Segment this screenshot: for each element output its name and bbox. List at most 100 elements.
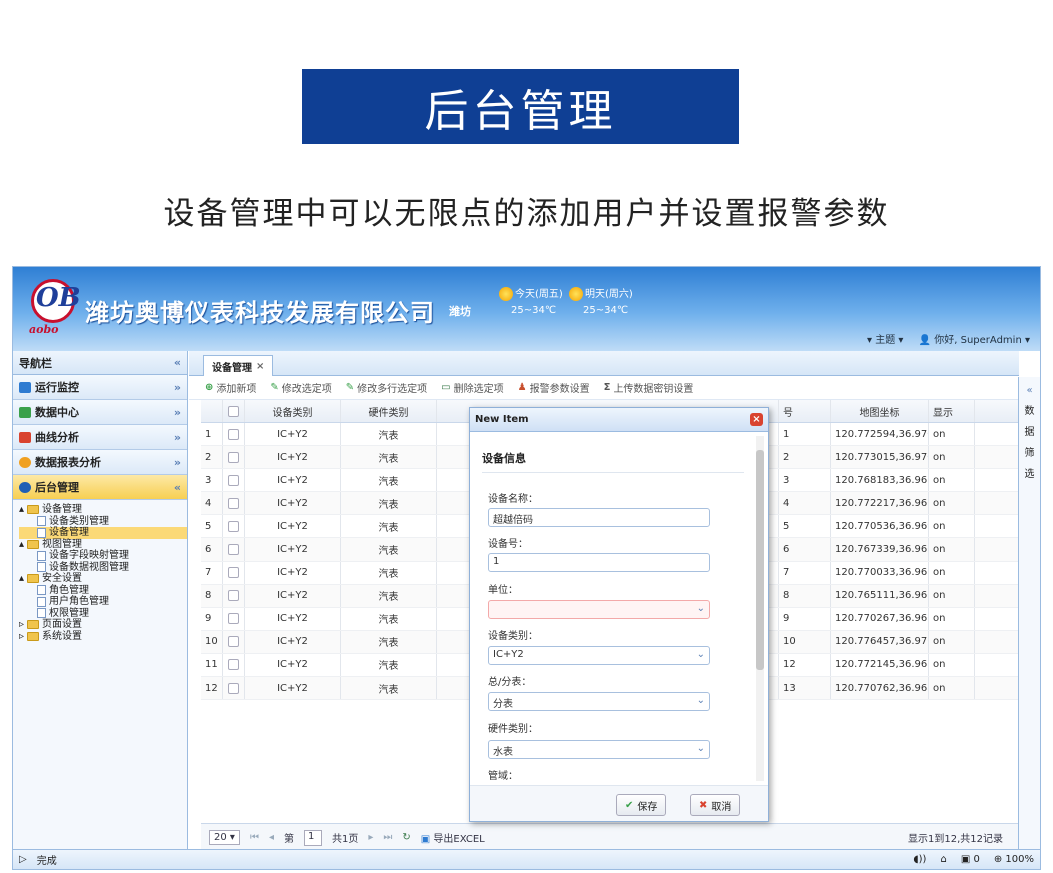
dialog-scrollbar[interactable] xyxy=(756,436,764,781)
tree-item[interactable]: 设备类别管理 xyxy=(19,516,187,528)
filter-label-3: 筛 xyxy=(1024,448,1035,459)
alarm-settings-button[interactable]: ♟ 报警参数设置 xyxy=(518,380,590,395)
tree-group[interactable]: ▴ 视图管理 xyxy=(19,539,187,551)
cell-type: IC+Y2 xyxy=(245,446,341,469)
tree-item-selected[interactable]: 设备管理 xyxy=(19,527,187,539)
app-header: OB aobo 潍坊奥博仪表科技发展有限公司 潍坊 今天(周五) 25~34℃ … xyxy=(13,267,1040,351)
cell-type: IC+Y2 xyxy=(245,677,341,700)
tree-group[interactable]: ▴ 安全设置 xyxy=(19,573,187,585)
row-checkbox[interactable] xyxy=(228,520,239,532)
row-checkbox[interactable] xyxy=(228,497,239,509)
save-button[interactable]: ✔ 保存 xyxy=(616,794,667,816)
unit-select[interactable]: ⌄ xyxy=(488,600,710,619)
filter-sidebar[interactable]: « 数 据 筛 选 xyxy=(1018,377,1040,851)
delete-selected-button[interactable]: ▭ 删除选定项 xyxy=(441,380,503,395)
field-label: 设备名称： xyxy=(488,494,538,505)
nav-section-monitor[interactable]: 运行监控» xyxy=(13,375,187,400)
expand-icon: » xyxy=(173,405,181,419)
col-device-type[interactable]: 设备类别 xyxy=(245,400,341,422)
edit-selected-button[interactable]: ✎ 修改选定项 xyxy=(270,380,331,395)
page-size-select[interactable]: 20 ▾ xyxy=(209,830,240,845)
expand-icon[interactable]: « xyxy=(1026,385,1032,396)
row-checkbox[interactable] xyxy=(228,474,239,486)
tree-item[interactable]: 设备字段映射管理 xyxy=(19,550,187,562)
device-name-input[interactable]: 超越倍码 xyxy=(488,508,710,527)
cell-no: 10 xyxy=(779,630,831,653)
user-menu[interactable]: 👤 你好, SuperAdmin ▾ xyxy=(919,335,1030,346)
first-page-icon[interactable]: ⏮ xyxy=(250,832,259,843)
last-page-icon[interactable]: ⏭ xyxy=(383,832,392,843)
col-number[interactable]: 号 xyxy=(779,400,831,422)
sun-icon xyxy=(499,287,513,301)
pager: 20 ▾ ⏮ ◂ 第 1 共1页 ▸ ⏭ ↻ ▣ 导出EXCEL 显示1到12,… xyxy=(201,823,1019,851)
refresh-icon[interactable]: ↻ xyxy=(402,832,410,843)
expand-icon: » xyxy=(173,430,181,444)
theme-menu[interactable]: ▾ 主题 ▾ xyxy=(867,335,903,346)
row-checkbox[interactable] xyxy=(228,613,239,625)
status-bar: ▷ 完成 ◖)) ⌂ ▣ 0 ⊕ 100% xyxy=(13,849,1040,869)
export-excel-button[interactable]: ▣ 导出EXCEL xyxy=(421,830,485,845)
nav-section-curve[interactable]: 曲线分析» xyxy=(13,425,187,450)
tab-device-management[interactable]: 设备管理 × xyxy=(203,355,274,376)
row-checkbox[interactable] xyxy=(228,659,239,671)
cell-no: 2 xyxy=(779,446,831,469)
zoom-level[interactable]: ⊕ 100% xyxy=(994,854,1034,865)
save-icon: ▣ xyxy=(420,834,431,845)
col-display[interactable]: 显示 xyxy=(929,400,975,422)
dialog-title: New Item xyxy=(475,414,529,425)
page-icon xyxy=(37,550,46,561)
cell-n: 8 xyxy=(201,584,223,607)
prev-page-icon[interactable]: ◂ xyxy=(269,832,274,843)
nav-section-report[interactable]: 数据报表分析» xyxy=(13,450,187,475)
cell-show: on xyxy=(929,630,975,653)
sound-icon[interactable]: ◖)) xyxy=(913,854,926,865)
upload-key-button[interactable]: Σ 上传数据密钥设置 xyxy=(604,380,694,395)
grid-toolbar: ⊕ 添加新项 ✎ 修改选定项 ✎ 修改多行选定项 ▭ 删除选定项 ♟ 报警参数设置 Σ 上传… xyxy=(189,376,1019,400)
row-checkbox[interactable] xyxy=(228,590,239,602)
message-count[interactable]: ▣ 0 xyxy=(961,854,980,865)
tree-item[interactable]: 角色管理 xyxy=(19,585,187,597)
hardware-type-select[interactable]: 水表 ⌄ xyxy=(488,740,710,759)
add-item-button[interactable]: ⊕ 添加新项 xyxy=(205,380,256,395)
next-page-icon[interactable]: ▸ xyxy=(368,832,373,843)
row-checkbox[interactable] xyxy=(228,682,239,694)
cell-n: 1 xyxy=(201,423,223,446)
home-icon[interactable]: ⌂ xyxy=(940,854,946,865)
tree-item[interactable]: 用户角色管理 xyxy=(19,596,187,608)
cancel-button[interactable]: ✖ 取消 xyxy=(690,794,741,816)
row-checkbox[interactable] xyxy=(228,428,239,440)
field-label: 设备类别： xyxy=(488,631,538,642)
close-icon[interactable]: × xyxy=(256,361,264,372)
cell-coord: 120.776457,36.97657 xyxy=(831,630,929,653)
cell-show: on xyxy=(929,677,975,700)
row-checkbox[interactable] xyxy=(228,567,239,579)
nav-section-data[interactable]: 数据中心» xyxy=(13,400,187,425)
cell-show: on xyxy=(929,538,975,561)
filter-label-1: 数 xyxy=(1024,406,1035,417)
row-checkbox[interactable] xyxy=(228,451,239,463)
tree-group[interactable]: ▴ 设备管理 xyxy=(19,504,187,516)
row-checkbox[interactable] xyxy=(228,544,239,556)
company-name: 潍坊奥博仪表科技发展有限公司 xyxy=(85,299,435,327)
device-number-input[interactable]: 1 xyxy=(488,553,710,572)
meter-type-select[interactable]: 分表 ⌄ xyxy=(488,692,710,711)
col-map-coord[interactable]: 地图坐标 xyxy=(831,400,929,422)
checkbox-cell xyxy=(223,653,245,677)
cell-type: IC+Y2 xyxy=(245,607,341,630)
col-hardware-type[interactable]: 硬件类别 xyxy=(341,400,437,422)
close-icon[interactable]: × xyxy=(750,413,763,426)
device-type-select[interactable]: IC+Y2 ⌄ xyxy=(488,646,710,665)
pencil-icon: ✎ xyxy=(345,382,355,393)
page-input[interactable]: 1 xyxy=(303,829,322,846)
cell-coord: 120.768183,36.96756 xyxy=(831,469,929,492)
tree-item[interactable]: 设备数据视图管理 xyxy=(19,562,187,574)
tree-group[interactable]: ▹ 页面设置 xyxy=(19,619,187,631)
row-checkbox[interactable] xyxy=(228,636,239,648)
tree-group[interactable]: ▹ 系统设置 xyxy=(19,631,187,643)
collapse-icon[interactable]: « xyxy=(174,356,181,369)
select-all-checkbox[interactable] xyxy=(228,405,239,417)
nav-section-admin[interactable]: 后台管理 « xyxy=(13,475,187,500)
tree-item[interactable]: 权限管理 xyxy=(19,608,187,620)
cell-hw: 汽表 xyxy=(341,538,437,561)
edit-multi-button[interactable]: ✎ 修改多行选定项 xyxy=(346,380,427,395)
